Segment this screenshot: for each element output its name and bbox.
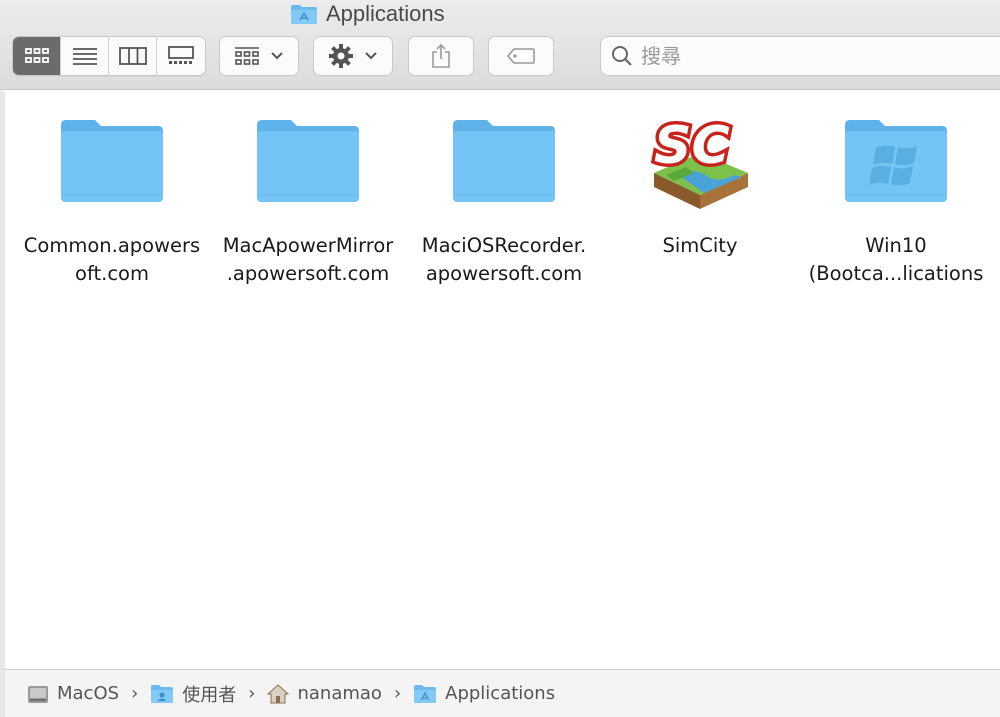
search-icon: [612, 46, 632, 66]
users-folder-icon: [151, 684, 174, 703]
path-crumb-label: 使用者: [182, 684, 237, 706]
list-view-button[interactable]: [61, 37, 109, 75]
path-crumb-applications[interactable]: Applications: [413, 683, 555, 704]
icon-view-icon: [24, 48, 49, 63]
file-item-label-line2: apowersoft.com: [425, 262, 583, 285]
path-crumb-label: Applications: [445, 683, 556, 704]
applications-folder-icon: [414, 684, 437, 703]
window-title-text: Applications: [326, 1, 445, 26]
file-item[interactable]: SC SimCity: [602, 106, 798, 260]
applications-folder-icon: [290, 3, 318, 25]
chevron-down-icon: [365, 52, 377, 60]
folder-icon: [448, 106, 560, 214]
chevron-down-icon: [271, 52, 283, 60]
file-item-label: Win10 (Bootca...lications: [809, 232, 984, 288]
gear-icon: [329, 44, 353, 68]
file-item-label: Common.apowers oft.com: [24, 232, 200, 288]
file-item-label: MaciOSRecorder. apowersoft.com: [422, 232, 586, 288]
path-separator: ›: [248, 683, 256, 704]
column-view-icon: [118, 47, 147, 65]
share-button[interactable]: [408, 36, 474, 76]
toolbar: Applications: [0, 0, 1000, 90]
path-crumb-home[interactable]: nanamao: [267, 683, 382, 704]
file-item-label-line1: Common.apowers: [23, 234, 201, 257]
file-item-label-line1: Win10: [865, 234, 927, 257]
gallery-view-icon: [168, 46, 194, 64]
file-item[interactable]: MacApowerMirror .apowersoft.com: [210, 106, 406, 288]
file-item-label-line2: oft.com: [75, 262, 149, 285]
file-item-label-line1: MaciOSRecorder.: [421, 234, 587, 257]
window-title: Applications: [290, 0, 445, 28]
path-crumb-macos[interactable]: MacOS: [27, 683, 119, 705]
file-item-label: SimCity: [662, 232, 737, 260]
path-crumb-label: MacOS: [57, 683, 120, 704]
folder-icon: [252, 106, 364, 214]
path-separator: ›: [393, 683, 402, 704]
file-item-label-line1: SimCity: [662, 234, 738, 257]
file-item-label-line2: (Bootca...lications: [808, 262, 984, 285]
path-crumb-users[interactable]: 使用者: [150, 681, 236, 707]
path-crumb-label: nanamao: [297, 683, 382, 704]
home-icon: [267, 683, 290, 703]
tag-button[interactable]: [488, 36, 554, 76]
view-mode-control: [12, 36, 206, 76]
file-item[interactable]: Common.apowers oft.com: [14, 106, 210, 288]
file-item-label: MacApowerMirror .apowersoft.com: [223, 232, 394, 288]
file-item[interactable]: Win10 (Bootca...lications: [798, 106, 994, 288]
group-by-icon: [235, 47, 259, 65]
gallery-view-button[interactable]: [157, 37, 205, 75]
icon-view-button[interactable]: [13, 37, 61, 75]
simcity-logo-text: SC: [654, 116, 730, 176]
path-separator: ›: [131, 683, 139, 704]
simcity-app-icon: SC: [644, 106, 756, 214]
list-view-icon: [72, 48, 97, 65]
path-bar: MacOS › 使用者 › nanamao › Applications: [0, 669, 1000, 717]
action-menu-button[interactable]: [313, 36, 393, 76]
tag-icon: [506, 48, 535, 64]
windows-folder-icon: [840, 106, 952, 214]
file-browser-content: Common.apowers oft.com MacApowerMirror .…: [0, 91, 1000, 669]
folder-icon: [56, 106, 168, 214]
file-item-label-line2: .apowersoft.com: [226, 262, 390, 285]
column-view-button[interactable]: [109, 37, 157, 75]
hard-drive-icon: [28, 685, 48, 703]
file-item[interactable]: MaciOSRecorder. apowersoft.com: [406, 106, 602, 288]
search-input[interactable]: [641, 44, 941, 68]
group-by-button[interactable]: [219, 36, 299, 76]
file-item-label-line1: MacApowerMirror: [222, 234, 394, 257]
share-icon: [432, 43, 450, 68]
search-field[interactable]: [600, 36, 1000, 76]
